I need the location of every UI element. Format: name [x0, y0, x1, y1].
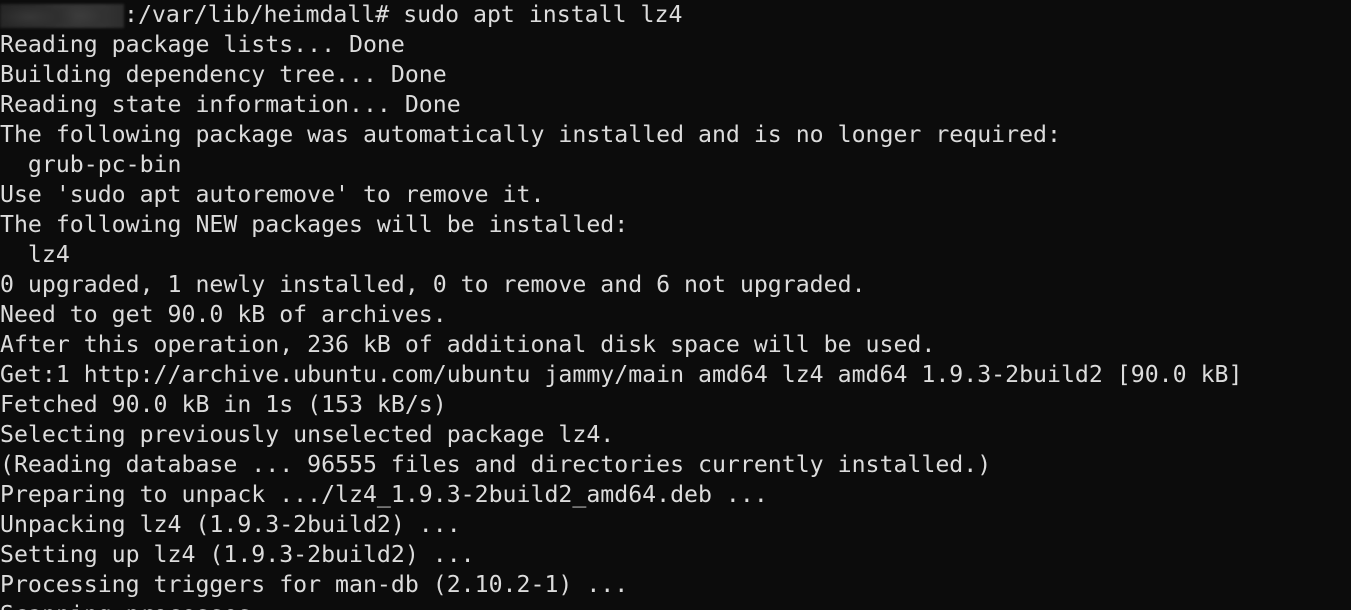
output-line-setting-up: Setting up lz4 (1.9.3-2build2) ...	[0, 541, 475, 568]
output-line: The following NEW packages will be insta…	[0, 211, 629, 238]
output-line-fetched: Fetched 90.0 kB in 1s (153 kB/s)	[0, 391, 447, 418]
output-line-get-url: Get:1 http://archive.ubuntu.com/ubuntu j…	[0, 361, 1243, 388]
output-line-preparing-unpack: Preparing to unpack .../lz4_1.9.3-2build…	[0, 481, 768, 508]
output-line-package-autoinstalled: grub-pc-bin	[0, 151, 182, 178]
redacted-hostname-block	[0, 4, 124, 28]
output-line-new-package: lz4	[0, 241, 70, 268]
output-line-clipped: Scanning processes...	[0, 600, 1351, 610]
output-line-download-size: Need to get 90.0 kB of archives.	[0, 301, 447, 328]
prompt-path-and-command: :/var/lib/heimdall# sudo apt install lz4	[124, 1, 683, 28]
output-line: Selecting previously unselected package …	[0, 421, 615, 448]
prompt-line: :/var/lib/heimdall# sudo apt install lz4	[0, 0, 1351, 30]
output-line-summary: 0 upgraded, 1 newly installed, 0 to remo…	[0, 271, 866, 298]
output-line: Building dependency tree... Done	[0, 61, 447, 88]
output-line-unpacking: Unpacking lz4 (1.9.3-2build2) ...	[0, 511, 461, 538]
output-line: Reading state information... Done	[0, 91, 461, 118]
output-line: Use 'sudo apt autoremove' to remove it.	[0, 181, 545, 208]
output-line: The following package was automatically …	[0, 121, 1061, 148]
output-line-processing-triggers: Processing triggers for man-db (2.10.2-1…	[0, 571, 629, 598]
terminal-window[interactable]: :/var/lib/heimdall# sudo apt install lz4…	[0, 0, 1351, 610]
output-line: Reading package lists... Done	[0, 31, 405, 58]
output-line-disk-space: After this operation, 236 kB of addition…	[0, 331, 936, 358]
output-line-reading-database: (Reading database ... 96555 files and di…	[0, 451, 992, 478]
